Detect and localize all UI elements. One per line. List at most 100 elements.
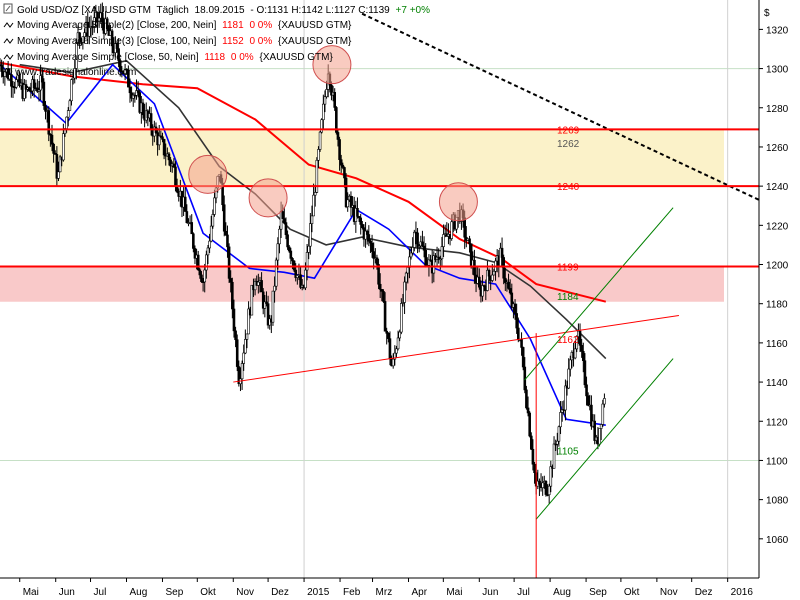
price-candle-body — [547, 485, 551, 496]
price-candle-body — [307, 245, 311, 253]
price-candle-body — [333, 92, 337, 108]
price-candle-body — [325, 89, 328, 98]
y-tick-label: 1080 — [766, 496, 789, 507]
price-candle-body — [276, 243, 280, 261]
price-candle-body — [157, 135, 161, 146]
price-candle-body — [463, 217, 466, 238]
price-candle-body — [198, 269, 202, 276]
price-candle-body — [409, 252, 413, 258]
price-candle-body — [555, 440, 559, 445]
x-tick-label: Jul — [94, 587, 107, 598]
price-candle-body — [526, 407, 530, 414]
legend-symbol: Gold USD/OZ [XAUUSD GTM — [17, 5, 151, 16]
price-candle-body — [167, 153, 171, 161]
price-candle-body — [341, 164, 345, 168]
price-candle-body — [385, 330, 388, 334]
price-candle-body — [257, 281, 260, 286]
price-candle-body — [508, 288, 512, 294]
legend-line-price: Gold USD/OZ [XAUUSD GTM Täglich 18.09.20… — [3, 3, 431, 16]
price-candle-body — [32, 79, 36, 89]
price-candle-body — [568, 359, 572, 370]
price-candle-body — [281, 211, 285, 219]
price-candle-body — [581, 351, 585, 362]
x-tick-label: Nov — [660, 587, 678, 598]
price-candle-body — [338, 139, 341, 160]
price-candle-body — [559, 412, 562, 428]
price-candle-body — [291, 258, 294, 262]
svg-text:Moving Average Simple [Close,: Moving Average Simple [Close, 50, Nein] … — [17, 52, 333, 63]
price-candle-body — [339, 159, 343, 166]
level-label-1262: 1262 — [557, 139, 580, 150]
svg-text:Moving Average Simple(3) [Clos: Moving Average Simple(3) [Close, 100, Ne… — [17, 36, 352, 47]
price-candle-body — [359, 217, 362, 225]
level-label-1240: 1240 — [557, 182, 580, 193]
price-candle-body — [227, 246, 231, 279]
gold-price-chart[interactable]: 1269 1262 1240 1199 1184 1162 1105 1060 1080 110… — [0, 0, 800, 600]
price-candle-body — [507, 281, 510, 289]
price-candle-body — [538, 480, 541, 485]
price-candle-body — [273, 285, 276, 292]
level-label-1269: 1269 — [557, 125, 580, 136]
price-candle-body — [411, 247, 414, 254]
legend-ohlc: - O:1131 H:1142 L:1127 C:1139 — [250, 5, 390, 16]
price-candle-body — [583, 360, 587, 386]
legend-ma100-tag: {XAUUSD GTM} — [278, 36, 352, 47]
price-candle-body — [62, 133, 65, 161]
price-candle-body — [544, 481, 548, 495]
price-candle-body — [336, 132, 340, 140]
price-candle-body — [528, 412, 531, 437]
x-tick-label: Sep — [589, 587, 607, 598]
x-tick-label: Feb — [343, 587, 361, 598]
y-tick-label: 1240 — [766, 182, 789, 193]
legend-change: +7 +0% — [396, 5, 431, 16]
price-candle-body — [442, 234, 445, 247]
level-label-1199: 1199 — [557, 262, 579, 273]
price-candle-body — [586, 395, 590, 406]
price-candle-body — [468, 238, 471, 244]
highlight-circle-3 — [438, 182, 478, 222]
price-candle-body — [162, 139, 166, 156]
price-candle-body — [513, 303, 517, 314]
price-candle-body — [161, 136, 164, 140]
price-candle-body — [398, 331, 401, 339]
x-tick-label: Aug — [130, 587, 148, 598]
price-candle-body — [190, 222, 194, 235]
x-tick-label: Mai — [23, 587, 39, 598]
price-candle-body — [205, 254, 208, 271]
price-candle-body — [578, 330, 582, 346]
price-candle-body — [226, 234, 229, 248]
legend-ma200-tag: {XAUUSD GTM} — [278, 20, 352, 31]
price-candle-body — [274, 259, 278, 287]
legend-ma50-change: 0 0% — [231, 52, 254, 63]
highlight-circle-1 — [248, 178, 288, 218]
price-candle-body — [185, 211, 189, 224]
price-candle-body — [585, 384, 588, 397]
legend-ma100-label: Moving Average Simple(3) [Close, 100, Ne… — [17, 36, 217, 47]
price-candle-body — [406, 267, 410, 274]
price-candle-body — [304, 269, 307, 289]
price-candle-body — [388, 338, 392, 360]
legend-period: Täglich — [157, 5, 189, 16]
legend-line-ma200: Moving Average Simple(2) [Close, 200, Ne… — [3, 20, 352, 31]
watermark: © www.tradesignalonline.com — [5, 67, 136, 78]
price-candle-body — [200, 274, 203, 282]
y-tick-label: 1120 — [766, 417, 788, 428]
price-candle-body — [313, 192, 317, 196]
price-candle-body — [52, 143, 55, 154]
x-tick-label: Mai — [446, 587, 462, 598]
price-candle-body — [68, 100, 72, 111]
price-candle-body — [533, 463, 536, 474]
y-tick-label: 1140 — [766, 378, 788, 389]
level-label-1105: 1105 — [557, 447, 579, 458]
price-candle-body — [42, 81, 46, 106]
x-tick-label: Aug — [553, 587, 571, 598]
y-tick-label: 1160 — [766, 339, 788, 350]
price-candle-body — [234, 330, 237, 341]
price-candle-body — [440, 246, 444, 260]
price-candle-body — [395, 348, 398, 354]
price-candle-body — [286, 234, 289, 248]
price-candle-body — [525, 389, 528, 409]
level-label-1162: 1162 — [557, 335, 579, 346]
legend-line-ma100: Moving Average Simple(3) [Close, 100, Ne… — [3, 36, 352, 47]
legend-ma50-tag: {XAUUSD GTM} — [259, 52, 333, 63]
